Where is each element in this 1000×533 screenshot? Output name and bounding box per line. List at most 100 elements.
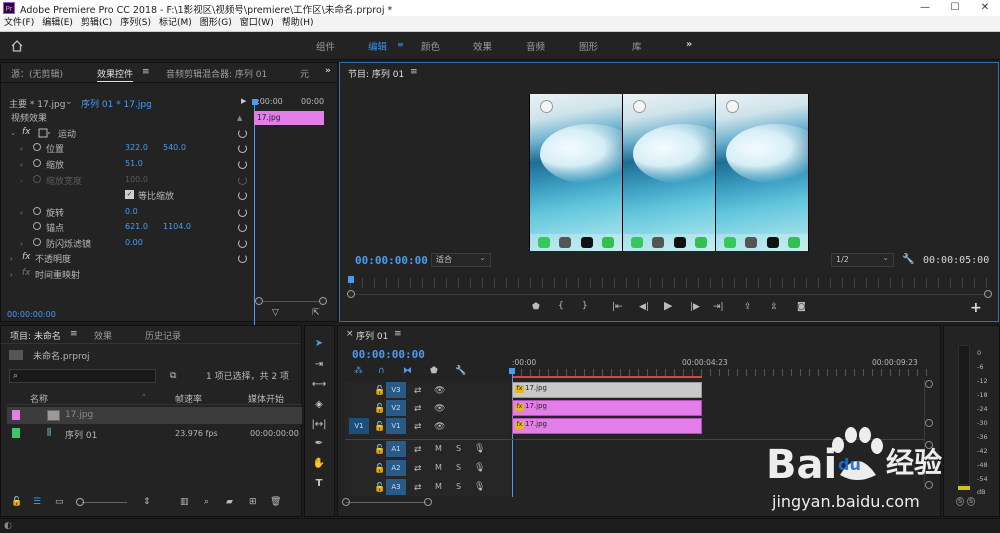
a2-mute-button[interactable]: M	[435, 463, 442, 478]
a2-solo-button[interactable]: S	[456, 463, 461, 478]
a3-voiceover-mic-icon[interactable]: 🎙	[474, 482, 485, 492]
reset-anchor-icon[interactable]	[238, 223, 247, 232]
export-frame-camera-icon[interactable]: ◙	[797, 302, 806, 312]
item-name[interactable]: 序列 01	[65, 428, 97, 443]
menu-marker[interactable]: 标记(M)	[155, 16, 196, 31]
workspace-effects[interactable]: 效果	[473, 39, 492, 53]
type-tool-icon[interactable]: T	[311, 478, 327, 492]
timeline-menu-icon[interactable]: ≡	[394, 329, 402, 339]
scale-value[interactable]: 51.0	[125, 159, 143, 174]
v3-eye-icon[interactable]: 👁	[434, 386, 445, 396]
step-forward-icon[interactable]: |▶	[690, 302, 700, 312]
play-icon[interactable]: ▶	[664, 300, 672, 311]
settings-wrench-icon[interactable]: 🔧	[902, 255, 914, 265]
scale-stopwatch-icon[interactable]	[33, 159, 41, 167]
reset-scale-icon[interactable]	[238, 160, 247, 169]
menu-window[interactable]: 窗口(W)	[236, 16, 278, 31]
clip-v3[interactable]: fx 17.jpg	[512, 382, 702, 398]
tab-audio-clip-mixer[interactable]: 音频剪辑混合器: 序列 01	[166, 67, 267, 80]
minimize-button[interactable]: —	[910, 0, 940, 16]
a3-sync-lock-icon[interactable]: ⇄	[414, 483, 422, 493]
v2-sync-lock-icon[interactable]: ⇄	[414, 404, 422, 414]
collapse-icon[interactable]: ▲	[237, 114, 242, 122]
workspace-editing-menu-icon[interactable]: ≡	[397, 40, 404, 49]
time-remap-expand-icon[interactable]: ›	[10, 271, 13, 279]
reset-flicker-icon[interactable]	[238, 239, 247, 248]
list-view-icon[interactable]: ☰	[33, 497, 41, 507]
tab-effect-controls[interactable]: 效果控件	[97, 67, 134, 82]
ec-zoom-left-handle[interactable]	[255, 297, 263, 305]
opacity-fx-icon[interactable]: fx	[22, 252, 31, 267]
program-ruler[interactable]	[350, 278, 990, 288]
home-icon[interactable]	[10, 40, 24, 52]
clip-dropdown-icon[interactable]: ⌄	[65, 97, 73, 112]
a1-solo-button[interactable]: S	[456, 444, 461, 459]
add-marker-timeline-icon[interactable]: ⬟	[430, 366, 438, 376]
a3-solo-button[interactable]: S	[456, 482, 461, 497]
timeline-vscroll-mid[interactable]	[925, 419, 933, 427]
new-bin-icon[interactable]: ▰	[226, 497, 233, 507]
track-target-v2[interactable]: V2	[386, 400, 406, 416]
maximize-button[interactable]: ☐	[940, 0, 970, 16]
sequence-clip-label[interactable]: 序列 01 * 17.jpg	[81, 97, 152, 112]
workspace-more-button[interactable]: »	[686, 39, 692, 50]
extract-icon[interactable]: ⇫	[770, 302, 778, 312]
program-menu-icon[interactable]: ≡	[410, 67, 418, 77]
snap-icon[interactable]: ∩	[378, 366, 385, 376]
nest-icon[interactable]: ⁂	[354, 366, 363, 376]
position-expand-icon[interactable]: ›	[20, 145, 23, 153]
motion-expand-icon[interactable]: ⌄	[10, 129, 16, 137]
menu-edit[interactable]: 编辑(E)	[38, 16, 77, 31]
a1-sync-lock-icon[interactable]: ⇄	[414, 445, 422, 455]
close-button[interactable]: ✕	[970, 0, 1000, 16]
reset-opacity-icon[interactable]	[238, 254, 247, 263]
source-patch-v1[interactable]: V1	[349, 418, 369, 434]
zoom-slider-track[interactable]	[82, 502, 127, 503]
new-item-icon[interactable]: ⊞	[249, 497, 257, 507]
linked-selection-icon[interactable]: ⧓	[403, 366, 412, 376]
workspace-editing[interactable]: 编辑	[368, 39, 387, 53]
workspace-libraries[interactable]: 库	[632, 39, 642, 53]
anchor-y-value[interactable]: 1104.0	[163, 222, 191, 237]
sort-icon[interactable]: ⌃	[141, 393, 147, 401]
track-target-v3[interactable]: V3	[386, 382, 406, 398]
track-target-a3[interactable]: A3	[386, 479, 406, 495]
panel-menu-icon[interactable]: ≡	[142, 67, 150, 77]
item-name[interactable]: 17.jpg	[65, 410, 93, 425]
track-select-tool-icon[interactable]: ⇥	[311, 359, 327, 373]
motion-transform-icon[interactable]	[38, 128, 51, 138]
add-button-icon[interactable]: +	[970, 300, 982, 316]
flicker-expand-icon[interactable]: ›	[20, 240, 23, 248]
v2-eye-icon[interactable]: 👁	[434, 404, 445, 414]
tab-effects[interactable]: 效果	[94, 329, 112, 342]
workspace-audio[interactable]: 音频	[526, 39, 545, 53]
program-monitor-title[interactable]: 节目: 序列 01	[348, 67, 404, 81]
timeline-vscroll-audio-bottom[interactable]	[925, 481, 933, 489]
ec-clip-bar[interactable]: 17.jpg	[254, 111, 324, 125]
anchor-x-value[interactable]: 621.0	[125, 222, 148, 237]
timeline-timecode[interactable]: 00:00:00:00	[352, 348, 425, 361]
zoom-slider-handle[interactable]	[76, 498, 84, 506]
v3-sync-lock-icon[interactable]: ⇄	[414, 386, 422, 396]
sort-icons-icon[interactable]: ⇕	[143, 497, 151, 507]
track-target-a2[interactable]: A2	[386, 460, 406, 476]
timeline-hscroll-left[interactable]	[342, 498, 350, 506]
flicker-value[interactable]: 0.00	[125, 238, 143, 253]
clip-v2[interactable]: fx 17.jpg	[512, 400, 702, 416]
position-x-value[interactable]: 322.0	[125, 143, 148, 158]
rotation-value[interactable]: 0.0	[125, 207, 138, 222]
lift-icon[interactable]: ⇪	[744, 302, 752, 312]
new-bin-from-search-icon[interactable]: ⧉	[170, 371, 176, 381]
a2-sync-lock-icon[interactable]: ⇄	[414, 464, 422, 474]
v1-sync-lock-icon[interactable]: ⇄	[414, 422, 422, 432]
column-media-start[interactable]: 媒体开始	[248, 392, 284, 407]
a2-lock-icon[interactable]: 🔓	[374, 464, 385, 474]
go-to-out-icon[interactable]: ⇥|	[713, 302, 724, 312]
rotation-expand-icon[interactable]: ›	[20, 209, 23, 217]
ec-zoom-right-handle[interactable]	[319, 297, 327, 305]
mark-out-icon[interactable]: }	[582, 301, 588, 311]
tab-sequence[interactable]: 序列 01	[356, 329, 388, 343]
program-zoom-right[interactable]	[984, 290, 992, 298]
tab-history[interactable]: 历史记录	[145, 329, 181, 342]
position-y-value[interactable]: 540.0	[163, 143, 186, 158]
